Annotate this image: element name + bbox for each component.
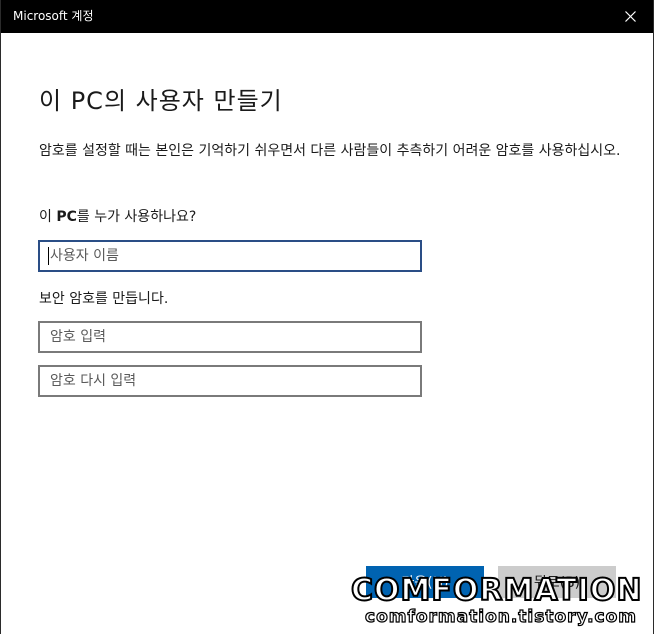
watermark-sub: comformation.tistory.com <box>364 606 638 627</box>
text-caret <box>48 247 49 265</box>
watermark-main: COMFORMATION <box>350 573 643 608</box>
close-button[interactable] <box>607 0 653 33</box>
user-question-label: 이 PC를 누가 사용하나요? <box>39 206 196 228</box>
username-input[interactable] <box>38 240 422 272</box>
window-title: Microsoft 계정 <box>13 9 94 23</box>
page-title: 이 PC의 사용자 만들기 <box>39 87 283 115</box>
question-prefix: 이 <box>39 209 57 225</box>
password-input[interactable] <box>38 321 422 353</box>
password-section-label: 보안 암호를 만듭니다. <box>39 291 169 307</box>
close-icon <box>624 11 636 22</box>
password-confirm-input[interactable] <box>38 365 422 397</box>
question-bold: PC <box>56 209 77 225</box>
dialog-window: Microsoft 계정 이 PC의 사용자 만들기 암호를 설정할 때는 본인… <box>0 0 654 634</box>
title-bar[interactable]: Microsoft 계정 <box>1 0 653 33</box>
question-suffix: 를 누가 사용하나요? <box>76 209 197 225</box>
description-text: 암호를 설정할 때는 본인은 기억하기 쉬우면서 다른 사람들이 추측하기 어려… <box>39 143 621 159</box>
